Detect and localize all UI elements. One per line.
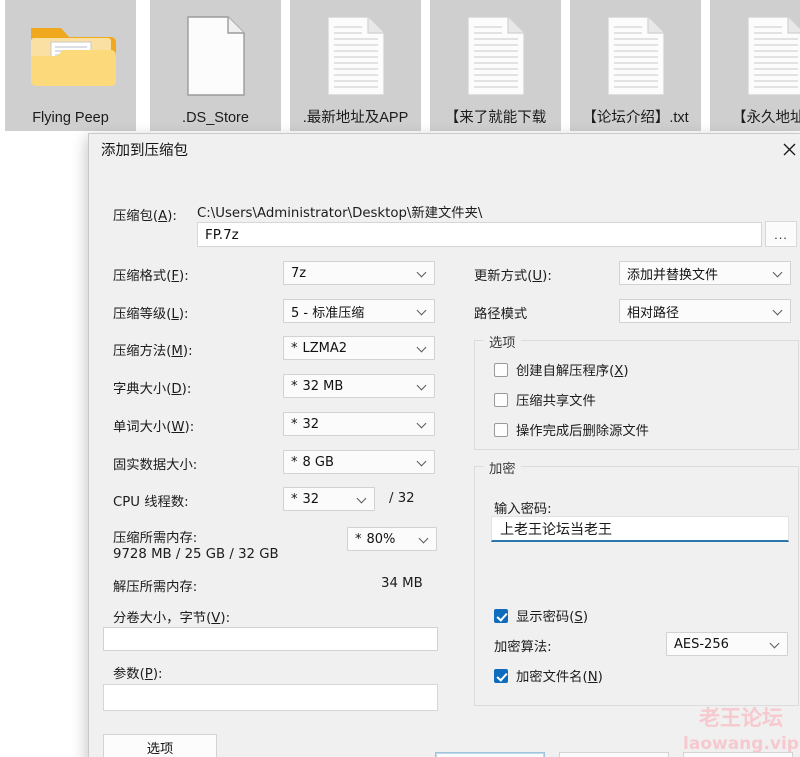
text-file-icon [290, 0, 421, 107]
dictionary-size-select[interactable]: * 32 MB [283, 374, 435, 398]
checkbox-label: 创建自解压程序(X) [516, 364, 629, 379]
file-item-label: 【永久地址发 [732, 110, 800, 126]
compression-method-select[interactable]: * LZMA2 [283, 336, 435, 360]
word-size-select[interactable]: * 32 [283, 412, 435, 436]
password-label: 输入密码: [494, 502, 552, 517]
dialog-body: 压缩包(A): C:\Users\Administrator\Desktop\新… [89, 164, 800, 757]
parameters-input[interactable] [103, 684, 438, 711]
chevron-down-icon [774, 268, 783, 277]
folder-icon [5, 0, 136, 107]
chevron-down-icon [418, 343, 427, 352]
modified-marker: * [355, 531, 362, 547]
cpu-threads-total: / 32 [389, 491, 415, 506]
memory-decompress-value: 34 MB [381, 576, 423, 591]
word-size-label: 单词大小(W): [113, 420, 195, 435]
checkbox-icon [494, 392, 508, 407]
parameters-label: 参数(P): [113, 667, 163, 682]
compression-level-select[interactable]: 5 - 标准压缩 [283, 299, 435, 323]
checkbox-create-sfx[interactable]: 创建自解压程序(X) [494, 360, 629, 379]
ok-button[interactable]: 确定 [435, 752, 545, 757]
file-item-5[interactable]: 【永久地址发 [710, 0, 800, 131]
update-mode-select[interactable]: 添加并替换文件 [619, 261, 791, 285]
encryption-algorithm-label: 加密算法: [494, 640, 552, 655]
path-mode-label: 路径模式 [474, 307, 528, 322]
compression-level-label: 压缩等级(L): [113, 307, 189, 322]
options-group-title: 选项 [484, 332, 521, 351]
chevron-down-icon [418, 268, 427, 277]
checkbox-show-password[interactable]: 显示密码(S) [494, 606, 588, 625]
chevron-down-icon [771, 639, 780, 648]
file-item-label: Flying Peep [32, 110, 109, 126]
file-item-2[interactable]: .最新地址及APP [290, 0, 421, 131]
cpu-threads-label: CPU 线程数: [113, 495, 189, 510]
browse-button[interactable]: ... [765, 221, 797, 247]
cpu-threads-select[interactable]: * 32 [283, 487, 375, 511]
checkbox-compress-shared[interactable]: 压缩共享文件 [494, 390, 596, 409]
checkbox-label: 压缩共享文件 [516, 394, 596, 409]
file-item-label: 【来了就能下载 [444, 110, 547, 126]
compression-method-label: 压缩方法(M): [113, 344, 193, 359]
checkbox-icon [494, 668, 508, 683]
file-item-label: .DS_Store [182, 110, 249, 126]
memory-compress-label: 压缩所需内存: [113, 531, 198, 546]
modified-marker: * [291, 340, 298, 356]
file-item-ds-store[interactable]: .DS_Store [150, 0, 281, 131]
chevron-down-icon [420, 534, 429, 543]
chevron-down-icon [418, 306, 427, 315]
checkbox-icon [494, 362, 508, 377]
solid-block-size-label: 固实数据大小: [113, 458, 198, 473]
dialog-title: 添加到压缩包 [101, 143, 188, 159]
modified-marker: * [291, 416, 298, 432]
password-input[interactable]: 上老王论坛当老王 [491, 516, 789, 542]
checkbox-label: 显示密码(S) [516, 610, 589, 625]
add-to-archive-dialog: 添加到压缩包 压缩包(A): C:\Users\Administrator\De… [88, 133, 800, 757]
memory-usage-select[interactable]: * 80% [347, 527, 437, 551]
path-mode-select[interactable]: 相对路径 [619, 299, 791, 323]
file-item-folder[interactable]: Flying Peep [5, 0, 136, 131]
volume-size-label: 分卷大小，字节(V): [113, 611, 231, 626]
checkbox-icon [494, 608, 508, 623]
checkbox-label: 加密文件名(N) [516, 670, 603, 685]
blank-file-icon [150, 0, 281, 107]
encryption-group-title: 加密 [484, 458, 521, 477]
file-manager-backdrop: Flying Peep .DS_Store .最新地址及APP 【来了就能下载 … [0, 0, 800, 131]
volume-size-input[interactable] [103, 627, 438, 651]
dialog-titlebar: 添加到压缩包 [89, 134, 800, 164]
file-item-3[interactable]: 【来了就能下载 [430, 0, 561, 131]
archive-path-value: C:\Users\Administrator\Desktop\新建文件夹\ [197, 206, 483, 221]
modified-marker: * [291, 378, 298, 394]
encryption-algorithm-select[interactable]: AES-256 [666, 632, 788, 656]
checkbox-label: 操作完成后删除源文件 [516, 424, 649, 439]
chevron-down-icon [418, 457, 427, 466]
text-file-icon [570, 0, 701, 107]
options-button[interactable]: 选项 [103, 734, 217, 757]
modified-marker: * [291, 491, 298, 507]
text-file-icon [430, 0, 561, 107]
chevron-down-icon [418, 419, 427, 428]
close-icon[interactable] [766, 134, 800, 164]
chevron-down-icon [774, 306, 783, 315]
archive-format-select[interactable]: 7z [283, 261, 435, 285]
file-item-4[interactable]: 【论坛介绍】.txt [570, 0, 701, 131]
solid-block-size-select[interactable]: * 8 GB [283, 450, 435, 474]
checkbox-encrypt-filenames[interactable]: 加密文件名(N) [494, 666, 603, 685]
file-item-label: 【论坛介绍】.txt [582, 110, 689, 126]
modified-marker: * [291, 454, 298, 470]
memory-compress-value: 9728 MB / 25 GB / 32 GB [113, 547, 279, 562]
chevron-down-icon [358, 494, 367, 503]
archive-path-label: 压缩包(A): [113, 209, 177, 224]
screen: Flying Peep .DS_Store .最新地址及APP 【来了就能下载 … [0, 0, 800, 757]
help-button[interactable]: 帮助 [683, 752, 793, 757]
update-mode-label: 更新方式(U): [474, 269, 552, 284]
cancel-button[interactable]: 取消 [559, 752, 669, 757]
checkbox-icon [494, 422, 508, 437]
checkbox-delete-after[interactable]: 操作完成后删除源文件 [494, 420, 649, 439]
memory-decompress-label: 解压所需内存: [113, 580, 198, 595]
text-file-icon [710, 0, 800, 107]
archive-name-input[interactable]: FP.7z [197, 222, 762, 247]
dictionary-size-label: 字典大小(D): [113, 382, 192, 397]
chevron-down-icon [418, 381, 427, 390]
archive-format-label: 压缩格式(F): [113, 269, 189, 284]
file-item-label: .最新地址及APP [302, 110, 409, 126]
